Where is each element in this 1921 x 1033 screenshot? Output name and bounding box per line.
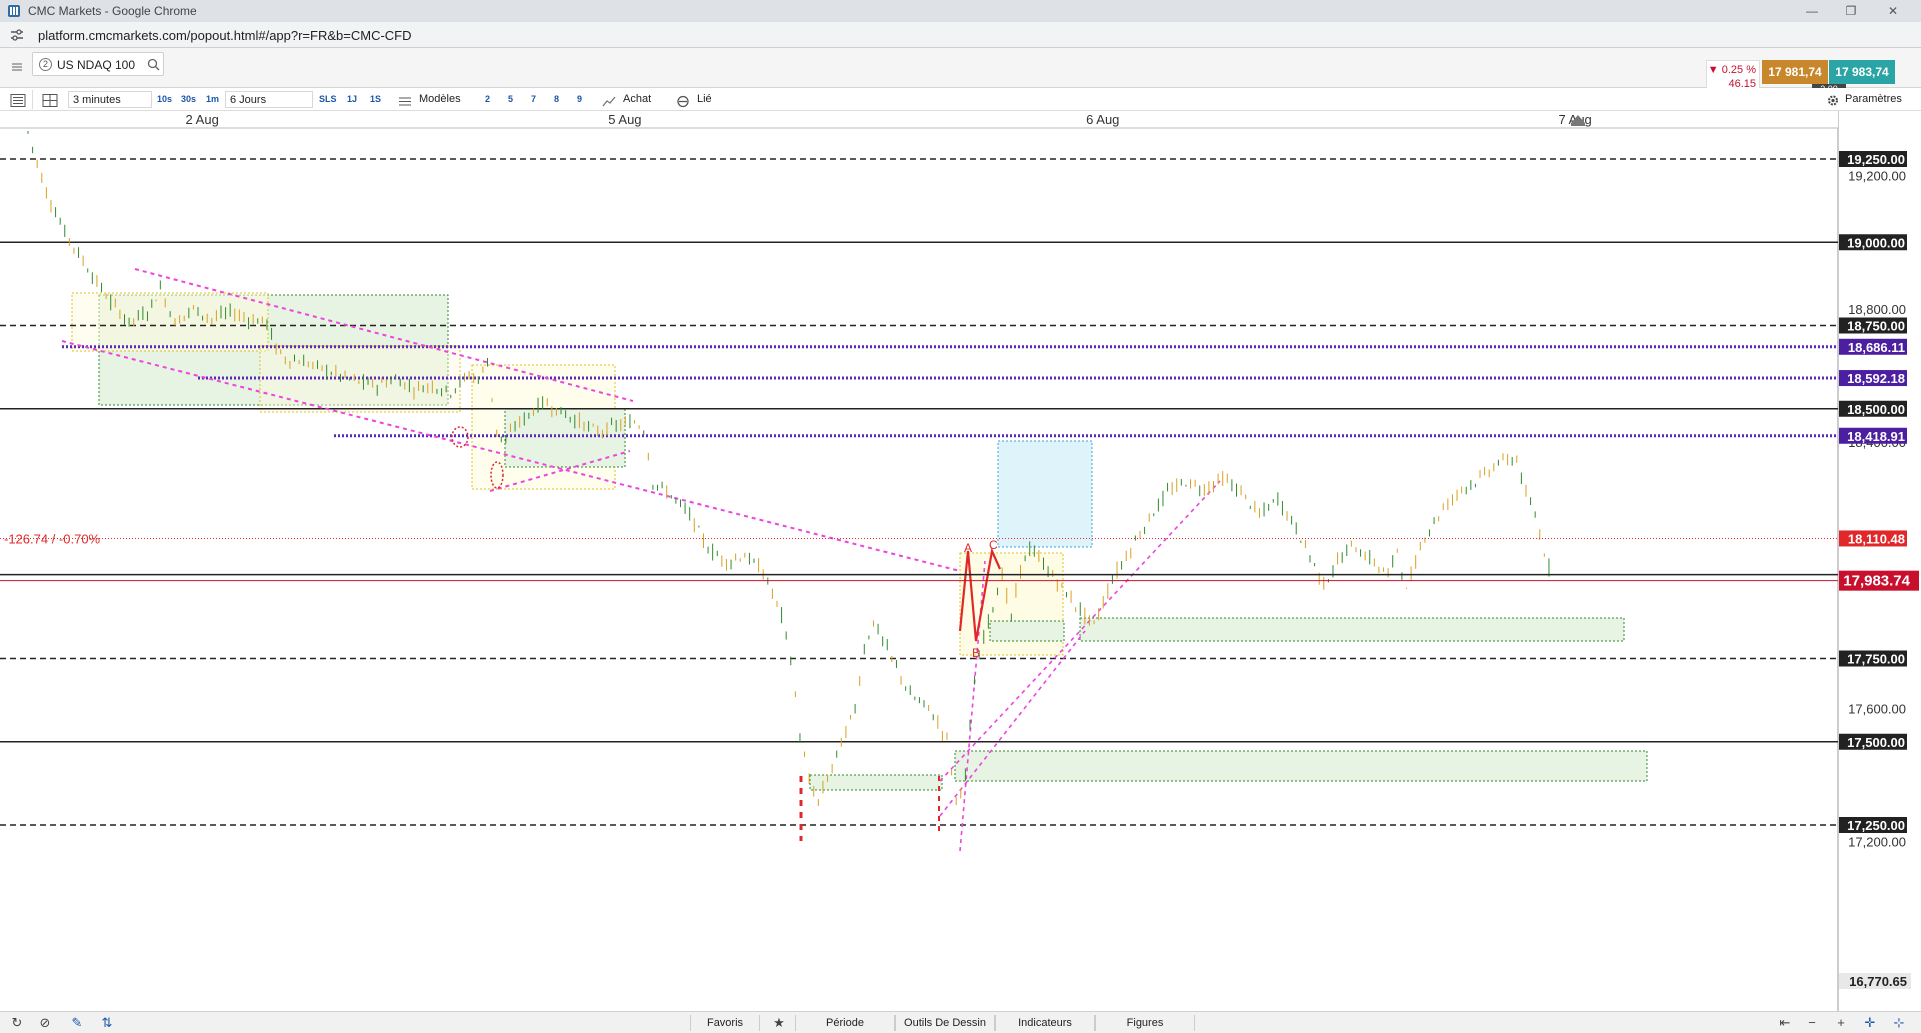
zoom-out-icon[interactable]: − — [1803, 1015, 1821, 1031]
current-price-label: 17,983.74 — [1843, 573, 1910, 590]
sell-price-button[interactable]: 17 981,74 — [1762, 60, 1828, 84]
range-select[interactable]: 6 Jours — [225, 91, 313, 108]
menu-icon[interactable] — [8, 58, 26, 76]
cmc-logo-icon — [8, 5, 20, 17]
price-tick-label: 17,600.00 — [1848, 701, 1906, 716]
pattern-label-b: B — [972, 646, 980, 660]
buy-price-button[interactable]: 17 983,74 — [1829, 60, 1895, 84]
price-tick-label: 19,200.00 — [1848, 169, 1906, 184]
restore-button[interactable]: ❐ — [1836, 2, 1866, 20]
date-label: 2 Aug — [186, 112, 219, 127]
url-text[interactable]: platform.cmcmarkets.com/popout.html#/app… — [38, 28, 412, 43]
level-tag-label: 18,592.18 — [1847, 371, 1905, 386]
interval-30s-button[interactable]: 30s — [181, 91, 196, 108]
pattern-label-a: A — [964, 541, 972, 555]
fit-icon[interactable]: ⇤ — [1776, 1015, 1794, 1031]
layout-8-button[interactable]: 8 — [554, 91, 559, 108]
layout-5-button[interactable]: 5 — [508, 91, 513, 108]
date-label: 6 Aug — [1086, 112, 1119, 127]
layout-grid-icon[interactable] — [42, 92, 58, 109]
crosshair-icon[interactable]: ✛ — [1861, 1015, 1879, 1031]
window-title: CMC Markets - Google Chrome — [28, 4, 197, 18]
interval-10s-button[interactable]: 10s — [157, 91, 172, 108]
range-1j-button[interactable]: 1J — [347, 91, 357, 108]
reference-change-label: -126.74 / -0.70% — [4, 531, 101, 546]
price-series — [27, 131, 1550, 806]
tab-number-badge: 2 — [39, 58, 52, 71]
site-settings-icon[interactable] — [10, 28, 24, 42]
pencil-icon[interactable]: ✎ — [68, 1015, 86, 1031]
link-icon — [677, 95, 689, 108]
blue-zone — [997, 440, 1093, 548]
change-percent: ▼ 0.25 % — [1707, 64, 1756, 76]
settings-button[interactable]: Paramètres — [1845, 91, 1902, 108]
green-zone-5 — [954, 750, 1648, 782]
close-window-button[interactable]: ✕ — [1878, 2, 1908, 20]
layout-7-button[interactable]: 7 — [531, 91, 536, 108]
bottom-price-label: 16,770.65 — [1849, 974, 1907, 989]
linked-button[interactable]: Lié — [697, 91, 712, 108]
minimize-button[interactable]: — — [1797, 2, 1827, 20]
cancel-drawing-icon[interactable]: ⊘ — [36, 1015, 54, 1031]
level-tag-label: 18,418.91 — [1847, 429, 1905, 444]
refresh-icon[interactable]: ↻ — [8, 1015, 26, 1031]
list-view-icon[interactable] — [10, 92, 26, 109]
green-zone-4 — [1079, 617, 1625, 642]
reference-price-label: 18,110.48 — [1848, 531, 1905, 546]
scroll-top-icon-base — [1571, 123, 1585, 126]
drawing-mode-icon[interactable]: ⇅ — [98, 1015, 116, 1031]
crosshair-alt-icon[interactable]: ⊹ — [1890, 1015, 1908, 1031]
price-tick-label: 18,800.00 — [1848, 302, 1906, 317]
level-tag-label: 18,750.00 — [1847, 319, 1905, 334]
bottom-toolbar: ↻ ⊘ ✎ ⇅ Favoris ★ Période Outils De Dess… — [0, 1011, 1921, 1033]
favorites-tab[interactable]: Favoris — [690, 1015, 760, 1031]
star-icon[interactable]: ★ — [770, 1015, 788, 1031]
app-header: 2 US NDAQ 100 ▼ 0.25 % 46.15 17 981,74 1… — [0, 48, 1921, 96]
period-tab[interactable]: Période — [795, 1015, 895, 1031]
level-tag-label: 19,250.00 — [1847, 152, 1905, 167]
level-tag-label: 19,000.00 — [1847, 235, 1905, 250]
level-tag-label: 17,500.00 — [1847, 735, 1905, 750]
price-chart[interactable]: 2 Aug5 Aug6 Aug7 Aug 19,200.0018,800.001… — [0, 111, 1921, 1011]
level-tag-label: 17,250.00 — [1847, 818, 1905, 833]
horizontal-levels: 19,250.00 19,000.00 18,750.00 18,686.11 18,5… — [0, 151, 1907, 833]
drawing-tools-tab[interactable]: Outils De Dessin — [895, 1015, 995, 1031]
zoom-in-icon[interactable]: + — [1832, 1015, 1850, 1031]
address-bar: platform.cmcmarkets.com/popout.html#/app… — [0, 22, 1921, 48]
level-tag-label: 17,750.00 — [1847, 652, 1905, 667]
templates-button[interactable]: Modèles — [419, 91, 461, 108]
layout-9-button[interactable]: 9 — [577, 91, 582, 108]
indicators-tab[interactable]: Indicateurs — [995, 1015, 1095, 1031]
toolbar-separator — [32, 90, 33, 109]
instrument-name: US NDAQ 100 — [57, 58, 136, 72]
green-zone-3 — [989, 620, 1065, 642]
level-tag-label: 18,500.00 — [1847, 402, 1905, 417]
date-label: 5 Aug — [608, 112, 641, 127]
instrument-search-tab[interactable]: 2 US NDAQ 100 — [32, 52, 164, 76]
figures-tab[interactable]: Figures — [1095, 1015, 1195, 1031]
range-1s-button[interactable]: 1S — [370, 91, 381, 108]
support-resistance-zones — [71, 292, 1648, 791]
buy-button[interactable]: Achat — [623, 91, 651, 108]
chart-toolbar: 3 minutes 10s 30s 1m 6 Jours SLS 1J 1S M… — [0, 88, 1921, 111]
chart-canvas[interactable]: 2 Aug5 Aug6 Aug7 Aug 19,200.0018,800.001… — [0, 111, 1921, 1011]
browser-title-bar: CMC Markets - Google Chrome — ❐ ✕ — [0, 0, 1921, 22]
range-sls-button[interactable]: SLS — [319, 91, 337, 108]
level-tag-label: 18,686.11 — [1848, 340, 1905, 355]
price-tick-label: 17,200.00 — [1848, 835, 1906, 850]
buy-chart-icon — [602, 96, 616, 107]
pattern-label-c: C — [989, 538, 998, 552]
gear-icon[interactable] — [1826, 92, 1840, 109]
green-zone-6 — [809, 774, 943, 791]
layout-2-button[interactable]: 2 — [485, 91, 490, 108]
yellow-zone-1 — [71, 292, 269, 352]
templates-icon — [399, 97, 411, 106]
interval-select[interactable]: 3 minutes — [68, 91, 152, 108]
interval-1m-button[interactable]: 1m — [206, 91, 219, 108]
search-icon[interactable] — [147, 58, 160, 71]
